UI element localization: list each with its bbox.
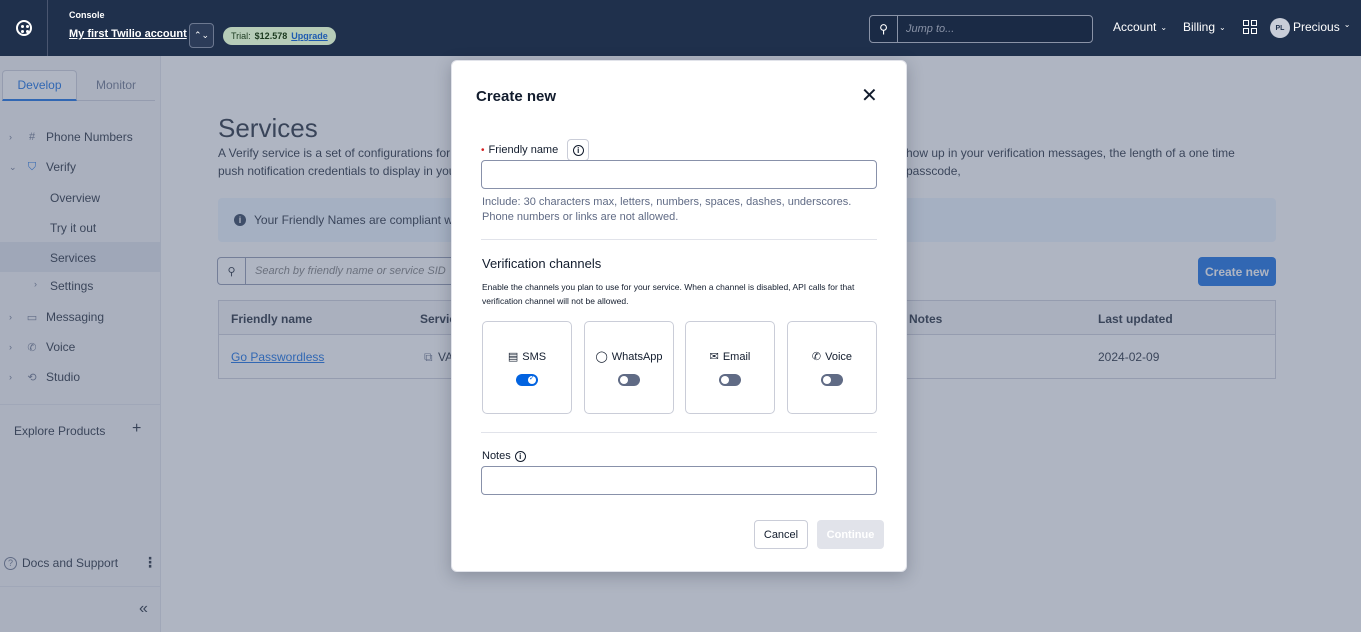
user-menu[interactable]: Precious ⌄ — [1293, 20, 1350, 34]
twilio-logo-icon — [15, 20, 32, 36]
sms-icon: ▤ — [507, 351, 519, 363]
trial-amount: $12.578 — [254, 31, 288, 41]
trial-label: Trial: — [231, 31, 251, 41]
chevron-down-icon: ⌄ — [1219, 22, 1226, 32]
account-switch-button[interactable]: ⌃⌄ — [189, 23, 214, 48]
friendly-name-label: • Friendly name i — [481, 139, 590, 161]
notes-label-text: Notes — [482, 450, 511, 462]
twilio-logo-button[interactable] — [0, 0, 48, 56]
account-menu[interactable]: Account ⌄ — [1113, 20, 1167, 34]
friendly-name-input[interactable] — [481, 160, 877, 189]
search-icon: ⚲ — [870, 16, 898, 42]
whatsapp-toggle[interactable] — [618, 374, 640, 386]
channel-label: Voice — [825, 350, 853, 363]
cancel-button[interactable]: Cancel — [754, 520, 808, 549]
verification-channels-description: Enable the channels you plan to use for … — [482, 282, 855, 306]
channel-label: SMS — [522, 350, 547, 363]
verification-channels-title: Verification channels — [482, 256, 602, 271]
jump-to-input[interactable] — [898, 16, 1092, 42]
user-name-label: Precious — [1293, 20, 1340, 34]
billing-menu[interactable]: Billing ⌄ — [1183, 20, 1226, 34]
close-icon[interactable]: ✕ — [861, 83, 878, 108]
channel-card-sms[interactable]: ▤ SMS ✓ — [482, 321, 572, 414]
console-label: Console — [69, 10, 105, 20]
friendly-name-label-text: Friendly name — [488, 144, 559, 156]
notes-input[interactable] — [481, 466, 877, 495]
channel-label: Email — [722, 350, 751, 363]
check-icon: ✓ — [529, 375, 535, 382]
chevron-down-icon: ⌄ — [1160, 22, 1168, 32]
channel-label-row: ◯ WhatsApp — [585, 350, 673, 364]
channel-label: WhatsApp — [611, 350, 663, 363]
channel-card-email[interactable]: ✉ Email — [685, 321, 775, 414]
jump-to-search: ⚲ — [869, 15, 1093, 43]
sms-toggle[interactable]: ✓ — [516, 374, 538, 386]
required-marker: • — [481, 144, 485, 156]
info-icon: i — [572, 144, 584, 156]
modal-title: Create new — [476, 88, 557, 105]
channel-label-row: ✆ Voice — [788, 350, 876, 364]
channel-label-row: ✉ Email — [686, 350, 774, 364]
continue-button[interactable]: Continue — [817, 520, 884, 549]
account-name-link[interactable]: My first Twilio account — [69, 28, 187, 40]
notes-label: Notes i — [482, 450, 526, 462]
account-menu-label: Account — [1113, 20, 1157, 34]
info-icon[interactable]: i — [514, 450, 526, 462]
upgrade-link[interactable]: Upgrade — [291, 31, 328, 41]
avatar[interactable]: PL — [1270, 18, 1290, 38]
channel-card-whatsapp[interactable]: ◯ WhatsApp — [584, 321, 674, 414]
trial-badge: Trial: $12.578 Upgrade — [223, 27, 336, 45]
modal-divider — [481, 432, 877, 433]
email-icon: ✉ — [709, 351, 719, 363]
billing-menu-label: Billing — [1183, 20, 1216, 34]
phone-icon: ✆ — [811, 351, 822, 363]
modal-divider — [481, 239, 877, 240]
create-new-modal: Create new ✕ • Friendly name i Include: … — [451, 60, 907, 572]
voice-toggle[interactable] — [821, 374, 843, 386]
email-toggle[interactable] — [719, 374, 741, 386]
friendly-name-help: Include: 30 characters max, letters, num… — [482, 196, 852, 223]
whatsapp-icon: ◯ — [595, 351, 608, 363]
chevron-down-icon: ⌄ — [1343, 20, 1351, 29]
top-bar: Console My first Twilio account ⌃⌄ Trial… — [0, 0, 1361, 56]
chevron-up-down-icon: ⌃⌄ — [193, 30, 210, 40]
channel-label-row: ▤ SMS — [483, 350, 571, 364]
friendly-name-info-button[interactable]: i — [567, 139, 590, 161]
channel-card-voice[interactable]: ✆ Voice — [787, 321, 877, 414]
app-grid-icon[interactable] — [1243, 20, 1257, 34]
